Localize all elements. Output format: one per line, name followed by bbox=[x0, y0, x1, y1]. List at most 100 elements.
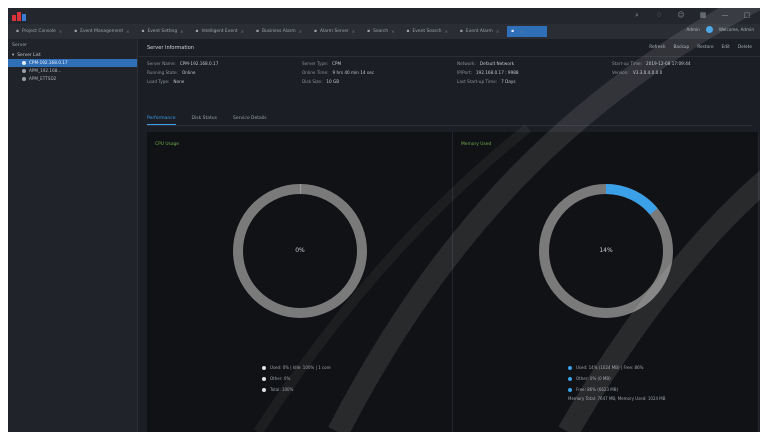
tree-root[interactable]: ▾ Server List bbox=[8, 52, 137, 59]
subtab[interactable]: Performance bbox=[147, 116, 176, 125]
tab-item[interactable]: ▪ Event Setting × bbox=[137, 26, 187, 37]
minimize-icon[interactable]: — bbox=[718, 11, 732, 20]
legend-swatch bbox=[568, 387, 572, 392]
close-icon[interactable]: × bbox=[520, 26, 523, 37]
info-field: Disk Size: 10 GB bbox=[302, 79, 457, 84]
legend-swatch bbox=[262, 387, 266, 392]
legend-item: Other: 0% (0 MB) bbox=[568, 373, 666, 384]
legend-label: Free: 86% (6623 MB) bbox=[576, 387, 619, 392]
info-field: Server Type: CPM bbox=[302, 61, 457, 66]
info-value: 192.168.0.17 : 9988 bbox=[475, 70, 519, 75]
tab-icon: ▪ bbox=[406, 29, 410, 34]
legend-item: Used: 0% | Idle: 100% | 1 core bbox=[262, 362, 331, 373]
tab-item[interactable]: ▪ Event Management × bbox=[70, 26, 133, 37]
info-key: Version: bbox=[612, 70, 629, 75]
action-button[interactable]: Edit bbox=[722, 45, 730, 50]
info-value: 7 Days bbox=[501, 79, 516, 84]
tab-label: Business Alarm bbox=[261, 29, 296, 34]
info-field: Version: V3.3.0.4.0.0.0 bbox=[612, 70, 760, 75]
legend-label: Total: 100% bbox=[270, 387, 294, 392]
legend-swatch bbox=[568, 376, 572, 381]
grid-icon[interactable]: ▦ bbox=[696, 11, 710, 20]
tree-item-label: APM_ETTSD2 bbox=[29, 76, 57, 81]
app-logo bbox=[12, 11, 30, 21]
cpu-legend: Used: 0% | Idle: 100% | 1 core Other: 0% T… bbox=[262, 362, 331, 395]
bell-icon[interactable]: ♢ bbox=[652, 11, 666, 20]
info-key: Online Time: bbox=[302, 70, 329, 75]
close-icon[interactable]: × bbox=[496, 26, 499, 37]
legend-label: Used: 0% | Idle: 100% | 1 core bbox=[270, 365, 331, 370]
info-field: Load Type: None bbox=[147, 79, 302, 84]
close-icon[interactable]: × bbox=[352, 26, 355, 37]
tab-item[interactable]: ▪ Event Alarm × bbox=[456, 26, 503, 37]
action-button[interactable]: Refresh bbox=[649, 45, 665, 50]
action-bar: Refresh Backup Restore Edit Delete bbox=[649, 45, 752, 50]
tab-icon: ▪ bbox=[195, 29, 199, 34]
info-key: Running State: bbox=[147, 70, 178, 75]
action-button[interactable]: Delete bbox=[738, 45, 752, 50]
info-value: None bbox=[173, 79, 185, 84]
search-icon[interactable]: ⌕ bbox=[630, 11, 644, 20]
tab-item[interactable]: ▪ Alarm Server × bbox=[310, 26, 359, 37]
info-field: Running State: Online bbox=[147, 70, 302, 75]
info-value: 9 hrs 40 min 14 sec bbox=[332, 70, 375, 75]
tab-item[interactable]: ▪ × bbox=[507, 26, 548, 37]
sidebar-title: Server bbox=[12, 43, 28, 48]
info-key: IP/Port: bbox=[457, 70, 472, 75]
tab-item[interactable]: ▪ Business Alarm × bbox=[252, 26, 306, 37]
tree-item-server[interactable]: APM_ETTSD2 bbox=[8, 75, 137, 83]
tab-label: Search bbox=[373, 29, 389, 34]
subtab-bar: Performance Disk Status Service Details bbox=[147, 116, 267, 125]
tab-item[interactable]: ▪ Intelligent Event × bbox=[192, 26, 248, 37]
tab-icon: ▪ bbox=[459, 29, 463, 34]
legend-swatch bbox=[568, 365, 572, 370]
tab-icon: ▪ bbox=[16, 29, 19, 34]
info-field: Network: Default Network bbox=[457, 61, 612, 66]
tab-strip: ▪ Project Console × ▪ Event Management × ▪ Even… bbox=[8, 24, 760, 39]
tab-label: Project Console bbox=[21, 29, 56, 34]
close-icon[interactable]: × bbox=[241, 26, 244, 37]
subtab[interactable]: Disk Status bbox=[192, 116, 217, 125]
memory-legend: Used: 14% (1024 MB) | Free: 86% Other: 0%… bbox=[568, 362, 666, 401]
legend-swatch bbox=[262, 365, 266, 370]
maximize-icon[interactable]: □ bbox=[740, 11, 754, 20]
tab-icon: ▪ bbox=[511, 29, 515, 34]
close-icon[interactable]: × bbox=[59, 26, 62, 37]
cpu-center-label: 0% bbox=[295, 247, 305, 254]
action-button[interactable]: Restore bbox=[697, 45, 713, 50]
tab-item[interactable]: ▪ Event Search × bbox=[403, 26, 452, 37]
account-label[interactable]: Welcome, Admin bbox=[719, 27, 754, 32]
tab-label: Event Setting bbox=[147, 29, 178, 34]
info-key: Network: bbox=[457, 61, 476, 66]
legend-label: Other: 0% (0 MB) bbox=[576, 376, 611, 381]
performance-panels: CPU Usage 0% Used: 0% | Idle: 100% | 1 c… bbox=[147, 132, 760, 432]
window-controls: ⌕ ♢ ☺ ▦ — □ bbox=[630, 11, 754, 20]
close-icon[interactable]: × bbox=[445, 26, 448, 37]
tab-item[interactable]: ▪ Project Console × bbox=[12, 26, 66, 37]
close-icon[interactable]: × bbox=[299, 26, 302, 37]
subtab[interactable]: Service Details bbox=[233, 116, 267, 125]
main-content: Server Information Refresh Backup Restore E… bbox=[139, 39, 760, 432]
tab-strip-right: Admin Welcome, Admin bbox=[686, 26, 754, 33]
close-icon[interactable]: × bbox=[180, 26, 183, 37]
tab-item[interactable]: ▪ Search × bbox=[363, 26, 398, 37]
close-icon[interactable]: × bbox=[391, 26, 394, 37]
avatar[interactable] bbox=[705, 26, 713, 33]
tree-item-server[interactable]: CPM-192.168.0.17 bbox=[8, 59, 137, 67]
memory-summary: Memory Total: 7647 MB, Memory Used: 1024… bbox=[568, 396, 666, 401]
server-info-grid: Server Name: CPM-192.168.0.17 Server Type:… bbox=[139, 57, 760, 84]
user-icon[interactable]: ☺ bbox=[674, 11, 688, 20]
chevron-down-icon[interactable]: ▾ bbox=[12, 53, 14, 58]
legend-item: Other: 0% bbox=[262, 373, 331, 384]
tab-icon: ▪ bbox=[74, 29, 78, 34]
tree-item-server[interactable]: APM_192.168... bbox=[8, 67, 137, 75]
admin-label[interactable]: Admin bbox=[686, 27, 699, 32]
close-icon[interactable]: × bbox=[126, 26, 129, 37]
title-bar: ⌕ ♢ ☺ ▦ — □ bbox=[8, 8, 760, 24]
action-button[interactable]: Backup bbox=[673, 45, 689, 50]
info-field: Online Time: 9 hrs 40 min 14 sec bbox=[302, 70, 457, 75]
info-value: V3.3.0.4.0.0.0 bbox=[632, 70, 663, 75]
server-status-icon bbox=[22, 61, 26, 65]
legend-label: Other: 0% bbox=[270, 376, 291, 381]
tab-icon: ▪ bbox=[367, 29, 371, 34]
